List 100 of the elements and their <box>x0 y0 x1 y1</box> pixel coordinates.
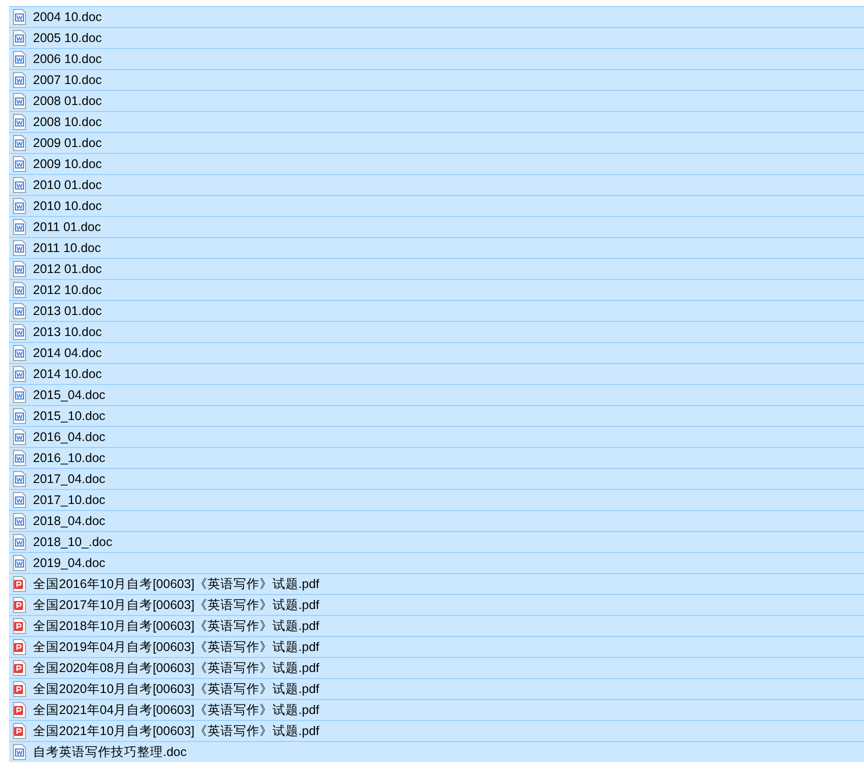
word-document-icon <box>13 303 26 319</box>
pdf-document-icon <box>13 639 26 655</box>
file-row[interactable]: 2015_04.doc <box>9 384 864 405</box>
file-name: 2012 01.doc <box>33 262 102 276</box>
file-row[interactable]: 2017_04.doc <box>9 468 864 489</box>
file-name: 全国2021年10月自考[00603]《英语写作》试题.pdf <box>33 724 320 738</box>
file-name: 2016_04.doc <box>33 430 106 444</box>
word-document-icon <box>13 93 26 109</box>
file-row[interactable]: 2011 01.doc <box>9 216 864 237</box>
file-name: 2009 01.doc <box>33 136 102 150</box>
word-document-icon <box>13 51 26 67</box>
pdf-document-icon <box>13 618 26 634</box>
file-name: 2013 10.doc <box>33 326 102 338</box>
word-document-icon <box>13 114 26 130</box>
file-name: 2014 04.doc <box>33 346 102 360</box>
word-document-icon <box>13 450 26 466</box>
file-row[interactable]: 2004 10.doc <box>9 6 864 27</box>
word-document-icon <box>13 282 26 298</box>
file-row[interactable]: 全国2020年10月自考[00603]《英语写作》试题.pdf <box>9 678 864 699</box>
file-row[interactable]: 2012 10.doc <box>9 279 864 300</box>
file-row[interactable]: 全国2019年04月自考[00603]《英语写作》试题.pdf <box>9 636 864 657</box>
file-row[interactable]: 2010 01.doc <box>9 174 864 195</box>
file-name: 全国2019年04月自考[00603]《英语写作》试题.pdf <box>33 640 320 654</box>
word-document-icon <box>13 198 26 214</box>
file-row[interactable]: 2015_10.doc <box>9 405 864 426</box>
file-row[interactable]: 2010 10.doc <box>9 195 864 216</box>
pdf-document-icon <box>13 576 26 592</box>
file-name: 2018_10_.doc <box>33 536 112 548</box>
file-name: 2011 10.doc <box>33 242 101 254</box>
word-document-icon <box>13 408 26 424</box>
word-document-icon <box>13 513 26 529</box>
file-row[interactable]: 2008 10.doc <box>9 111 864 132</box>
file-row[interactable]: 2013 10.doc <box>9 321 864 342</box>
file-row[interactable]: 2007 10.doc <box>9 69 864 90</box>
file-row[interactable]: 2009 01.doc <box>9 132 864 153</box>
word-document-icon <box>13 135 26 151</box>
word-document-icon <box>13 387 26 403</box>
word-document-icon <box>13 492 26 508</box>
file-row[interactable]: 2011 10.doc <box>9 237 864 258</box>
file-name: 2014 10.doc <box>33 368 102 380</box>
file-name: 2012 10.doc <box>33 284 102 296</box>
file-row[interactable]: 全国2018年10月自考[00603]《英语写作》试题.pdf <box>9 615 864 636</box>
file-name: 全国2021年04月自考[00603]《英语写作》试题.pdf <box>33 704 320 716</box>
word-document-icon <box>13 345 26 361</box>
pdf-document-icon <box>13 660 26 676</box>
file-name: 自考英语写作技巧整理.doc <box>33 746 187 758</box>
word-document-icon <box>13 555 26 571</box>
file-row[interactable]: 2016_04.doc <box>9 426 864 447</box>
pdf-document-icon <box>13 597 26 613</box>
pdf-document-icon <box>13 702 26 718</box>
file-row[interactable]: 2018_04.doc <box>9 510 864 531</box>
word-document-icon <box>13 366 26 382</box>
file-name: 全国2020年08月自考[00603]《英语写作》试题.pdf <box>33 662 320 674</box>
file-name: 2007 10.doc <box>33 74 102 86</box>
word-document-icon <box>13 240 26 256</box>
file-name: 全国2018年10月自考[00603]《英语写作》试题.pdf <box>33 620 320 632</box>
word-document-icon <box>13 429 26 445</box>
pdf-document-icon <box>13 723 26 739</box>
file-name: 全国2020年10月自考[00603]《英语写作》试题.pdf <box>33 682 320 696</box>
file-row[interactable]: 全国2020年08月自考[00603]《英语写作》试题.pdf <box>9 657 864 678</box>
file-name: 2018_04.doc <box>33 514 106 528</box>
file-name: 全国2016年10月自考[00603]《英语写作》试题.pdf <box>33 578 320 590</box>
file-row[interactable]: 全国2016年10月自考[00603]《英语写作》试题.pdf <box>9 573 864 594</box>
file-name: 2019_04.doc <box>33 556 106 570</box>
file-name: 2015_10.doc <box>33 410 106 422</box>
file-row[interactable]: 2019_04.doc <box>9 552 864 573</box>
file-row[interactable]: 2006 10.doc <box>9 48 864 69</box>
file-name: 2016_10.doc <box>33 452 106 464</box>
word-document-icon <box>13 261 26 277</box>
file-row[interactable]: 2005 10.doc <box>9 27 864 48</box>
file-name: 全国2017年10月自考[00603]《英语写作》试题.pdf <box>33 598 320 612</box>
file-name: 2005 10.doc <box>33 32 102 44</box>
word-document-icon <box>13 177 26 193</box>
file-name: 2008 01.doc <box>33 94 102 108</box>
file-row[interactable]: 2013 01.doc <box>9 300 864 321</box>
file-row[interactable]: 全国2017年10月自考[00603]《英语写作》试题.pdf <box>9 594 864 615</box>
file-row[interactable]: 2017_10.doc <box>9 489 864 510</box>
file-name: 2017_04.doc <box>33 472 106 486</box>
file-row[interactable]: 2012 01.doc <box>9 258 864 279</box>
word-document-icon <box>13 471 26 487</box>
file-name: 2010 01.doc <box>33 178 102 192</box>
pdf-document-icon <box>13 681 26 697</box>
file-row[interactable]: 2008 01.doc <box>9 90 864 111</box>
word-document-icon <box>13 72 26 88</box>
file-name: 2004 10.doc <box>33 10 102 24</box>
file-row[interactable]: 自考英语写作技巧整理.doc <box>9 741 864 762</box>
word-document-icon <box>13 534 26 550</box>
file-row[interactable]: 2014 10.doc <box>9 363 864 384</box>
file-name: 2009 10.doc <box>33 158 102 170</box>
file-name: 2010 10.doc <box>33 200 102 212</box>
word-document-icon <box>13 9 26 25</box>
word-document-icon <box>13 744 26 760</box>
file-row[interactable]: 全国2021年10月自考[00603]《英语写作》试题.pdf <box>9 720 864 741</box>
file-row[interactable]: 2018_10_.doc <box>9 531 864 552</box>
word-document-icon <box>13 219 26 235</box>
file-row[interactable]: 2016_10.doc <box>9 447 864 468</box>
file-row[interactable]: 2014 04.doc <box>9 342 864 363</box>
word-document-icon <box>13 30 26 46</box>
file-row[interactable]: 全国2021年04月自考[00603]《英语写作》试题.pdf <box>9 699 864 720</box>
file-row[interactable]: 2009 10.doc <box>9 153 864 174</box>
